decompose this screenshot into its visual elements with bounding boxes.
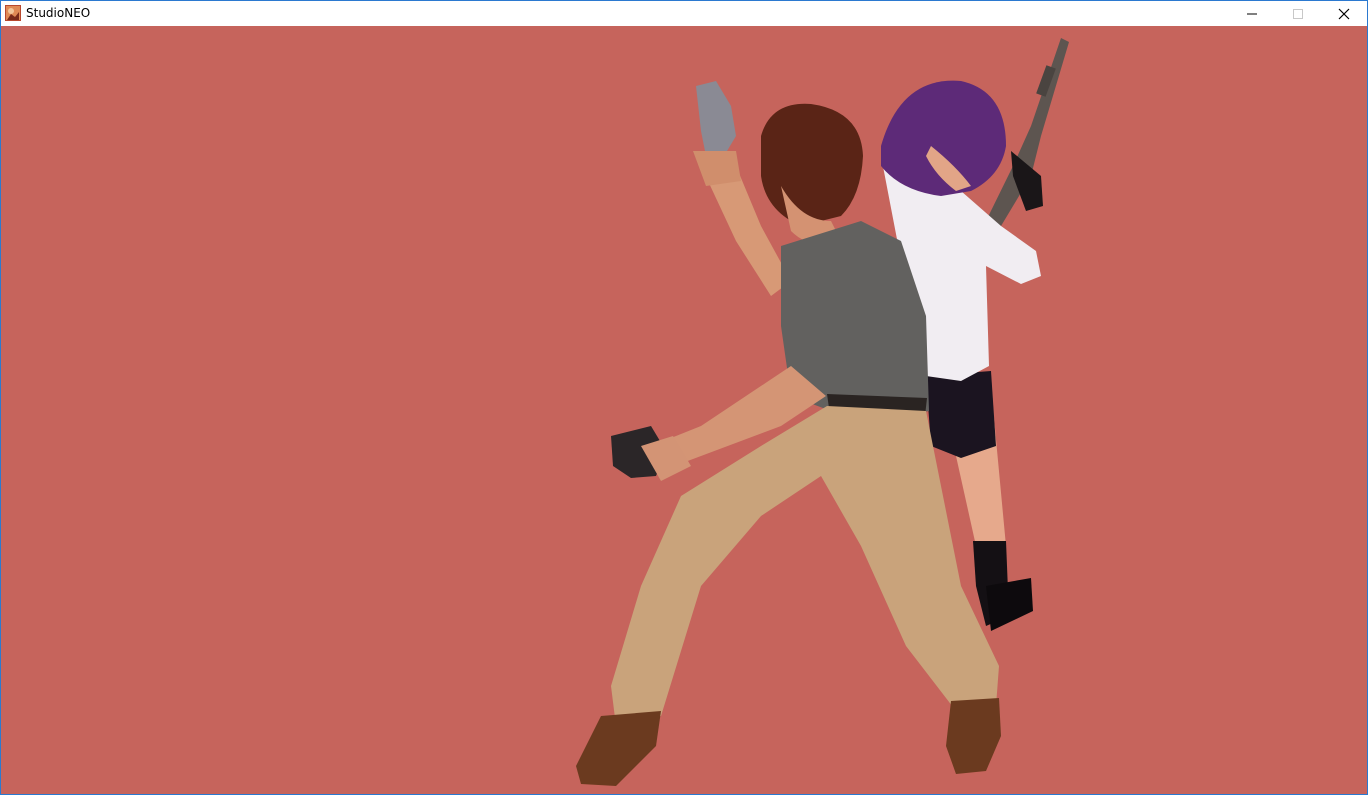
minimize-button[interactable] — [1229, 1, 1275, 26]
maximize-icon — [1293, 9, 1303, 19]
studioneo-app-icon — [5, 5, 21, 21]
title-bar[interactable]: StudioNEO — [1, 1, 1367, 26]
minimize-icon — [1247, 13, 1257, 15]
window-title: StudioNEO — [26, 6, 91, 20]
close-icon — [1338, 8, 1350, 20]
maximize-button[interactable] — [1275, 1, 1321, 26]
close-button[interactable] — [1321, 1, 1367, 26]
application-window: StudioNEO — [0, 0, 1368, 795]
3d-viewport[interactable] — [1, 26, 1367, 794]
scene-render — [576, 38, 1069, 786]
